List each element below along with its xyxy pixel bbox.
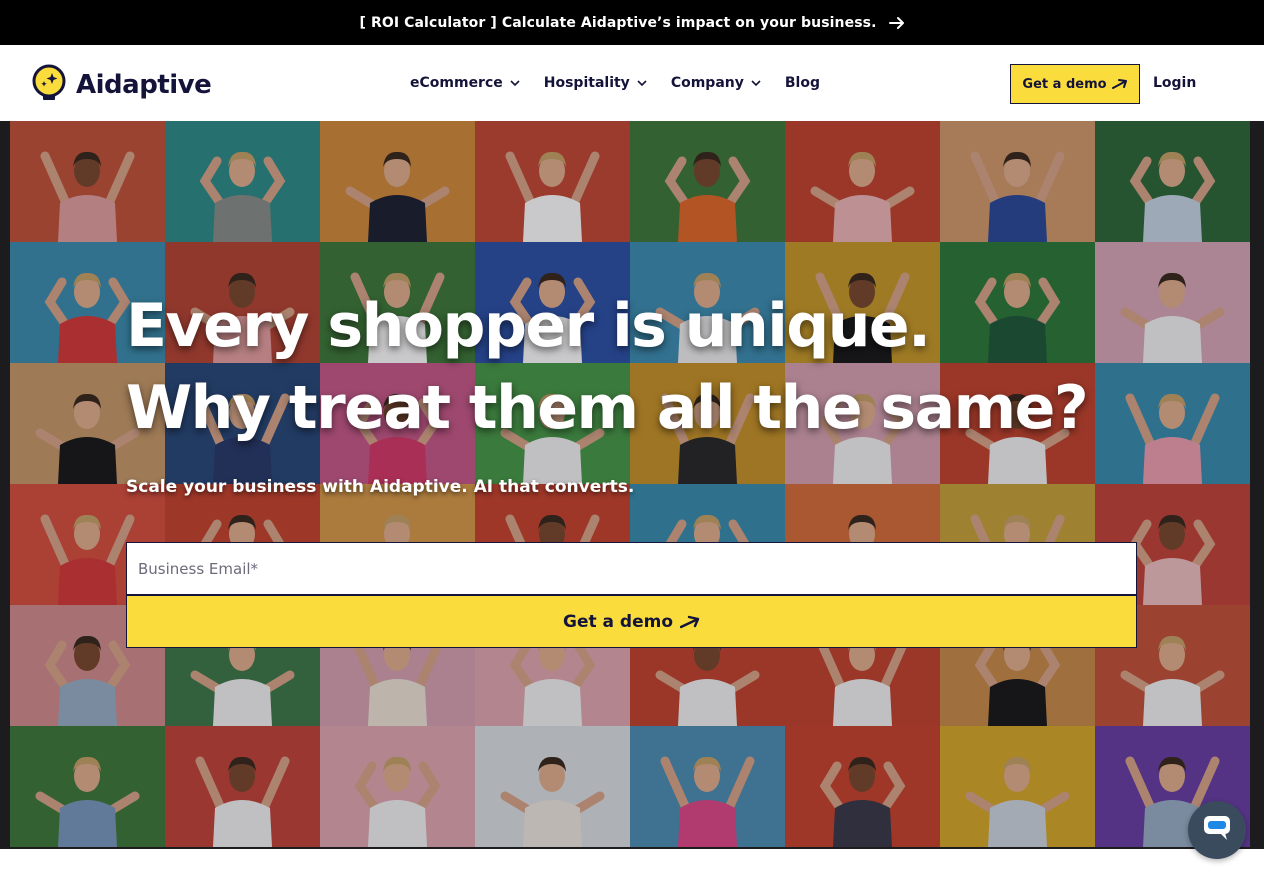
nav-item-company[interactable]: Company [671,75,761,91]
lightbulb-sparkle-icon [30,63,68,107]
header-get-demo-button[interactable]: Get a demo [1010,64,1140,104]
main-nav: eCommerce Hospitality Company Blog [410,45,844,121]
hero-demo-label: Get a demo [562,611,673,632]
announcement-text[interactable]: [ ROI Calculator ] Calculate Aidaptive’s… [359,15,876,31]
page-bottom-strip [0,849,1264,875]
announcement-bar[interactable]: [ ROI Calculator ] Calculate Aidaptive’s… [0,0,1264,45]
chevron-down-icon [751,80,761,86]
hero-get-demo-button[interactable]: Get a demo [126,595,1137,648]
headline-line-1: Every shopper is unique. [126,291,931,361]
hero-headline: Every shopper is unique. Why treat them … [126,285,1166,449]
chat-bubble-icon [1202,814,1232,846]
login-link[interactable]: Login [1153,75,1196,91]
nav-item-label: eCommerce [410,75,503,91]
nav-item-hospitality[interactable]: Hospitality [544,75,647,91]
chevron-down-icon [637,80,647,86]
nav-item-label: Company [670,75,744,91]
logo[interactable]: Aidaptive [30,63,212,107]
arrow-up-right-icon [1111,79,1127,89]
logo-text: Aidaptive [76,70,212,100]
nav-item-label: Blog [784,75,820,91]
chat-widget-button[interactable] [1188,801,1246,859]
header-demo-label: Get a demo [1022,76,1107,92]
headline-line-2: Why treat them all the same? [126,373,1089,443]
hero-section: Every shopper is unique. Why treat them … [0,121,1264,849]
site-header: Aidaptive eCommerce Hospitality Company … [0,45,1264,121]
arrow-right-icon[interactable] [888,16,905,30]
nav-item-blog[interactable]: Blog [785,75,820,91]
hero-subline: Scale your business with Aidaptive. AI t… [126,477,635,497]
business-email-input[interactable] [126,542,1137,595]
arrow-up-right-icon [680,615,700,628]
nav-item-ecommerce[interactable]: eCommerce [410,75,520,91]
chevron-down-icon [510,80,520,86]
nav-item-label: Hospitality [543,75,630,91]
